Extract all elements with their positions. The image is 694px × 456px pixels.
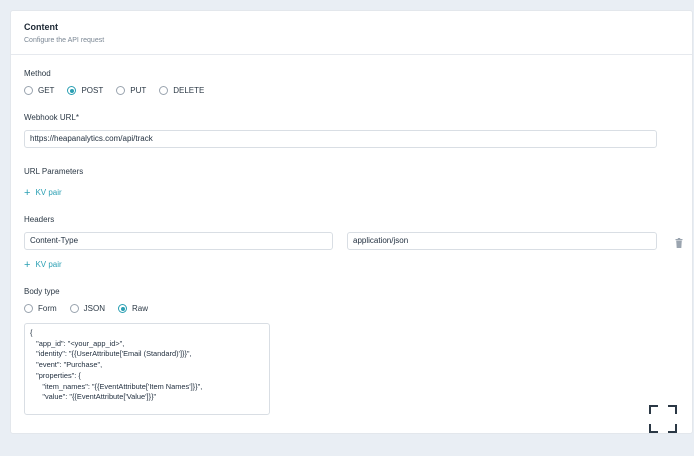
method-option-post[interactable]: POST (67, 86, 103, 95)
body-type-option-form[interactable]: Form (24, 304, 57, 313)
method-option-get[interactable]: GET (24, 86, 54, 95)
radio-label: DELETE (173, 86, 205, 95)
plus-icon: + (24, 186, 31, 199)
radio-button[interactable] (159, 86, 169, 95)
method-option-put[interactable]: PUT (116, 86, 146, 95)
card-subtitle: Configure the API request (24, 37, 105, 44)
radio-button[interactable] (69, 304, 79, 313)
url-parameters-label: URL Parameters (24, 167, 84, 176)
content-card: Content Configure the API request Method… (10, 10, 693, 434)
card-header: Content Configure the API request (11, 11, 692, 55)
expand-icon[interactable] (648, 404, 678, 434)
body-type-option-json[interactable]: JSON (69, 304, 106, 313)
radio-button[interactable] (24, 86, 33, 95)
radio-label: PUT (130, 86, 147, 95)
radio-label: JSON (83, 304, 106, 313)
code-line: "properties": { (30, 370, 81, 380)
code-line: "item_names": "{{EventAttribute['Item Na… (30, 381, 203, 391)
radio-label: Form (38, 304, 57, 313)
radio-label: Raw (132, 304, 149, 313)
method-label: Method (24, 69, 51, 78)
code-line: { (30, 328, 33, 337)
add-url-parameter-button[interactable]: + KV pair (24, 186, 62, 199)
radio-label: POST (81, 86, 104, 95)
header-value-input[interactable]: application/json (347, 232, 657, 250)
trash-icon[interactable] (675, 238, 683, 248)
plus-icon: + (24, 258, 31, 271)
webhook-url-label: Webhook URL* (24, 113, 79, 122)
body-type-radio-group: Form JSON Raw (24, 304, 161, 313)
webhook-url-input[interactable]: https://heapanalytics.com/api/track (24, 130, 657, 148)
method-radio-group: GET POST PUT DELETE (24, 86, 217, 95)
add-header-button[interactable]: + KV pair (24, 258, 62, 271)
headers-label: Headers (24, 215, 55, 224)
code-line: "value": "{{EventAttribute['Value']}}" (30, 392, 157, 402)
radio-label: GET (38, 86, 55, 95)
code-line: "event": "Purchase", (30, 360, 103, 370)
radio-button[interactable] (118, 304, 128, 313)
add-kv-label: KV pair (35, 260, 62, 269)
radio-button[interactable] (24, 304, 33, 313)
radio-button[interactable] (116, 86, 126, 95)
code-line: "app_id": "<your_app_id>", (30, 338, 125, 348)
radio-button[interactable] (67, 86, 77, 95)
raw-body-editor[interactable]: { "app_id": "<your_app_id>", "identity":… (24, 323, 270, 415)
body-type-option-raw[interactable]: Raw (118, 304, 148, 313)
code-line: "identity": "{{UserAttribute['Email (Sta… (30, 349, 192, 359)
method-option-delete[interactable]: DELETE (159, 86, 204, 95)
body-type-label: Body type (24, 287, 60, 296)
add-kv-label: KV pair (35, 188, 62, 197)
header-key-input[interactable]: Content-Type (24, 232, 333, 250)
card-title: Content (24, 22, 58, 32)
